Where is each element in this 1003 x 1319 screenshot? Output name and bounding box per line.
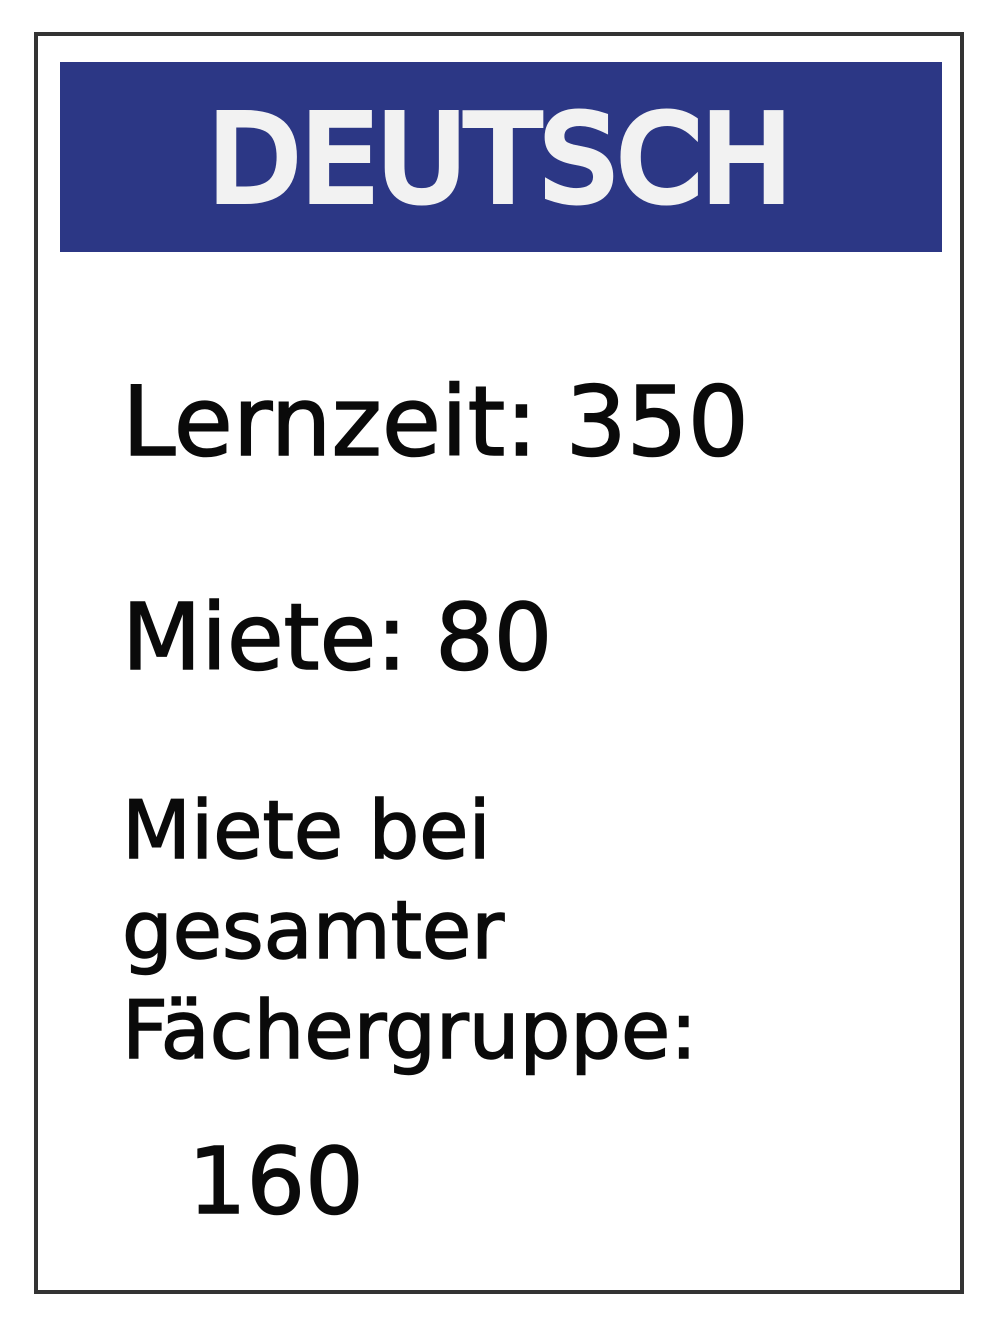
miete-value: 80 <box>434 583 553 692</box>
miete-gruppe-value: 160 <box>187 1127 364 1236</box>
miete-gruppe-block: Miete bei gesamter Fächergruppe: <box>121 781 698 1081</box>
miete-row: Miete: 80 <box>121 583 553 692</box>
miete-gruppe-label-line1: Miete bei <box>121 783 491 878</box>
lernzeit-value: 350 <box>565 365 750 479</box>
miete-label: Miete: <box>121 583 408 692</box>
lernzeit-label: Lernzeit: <box>121 365 538 479</box>
property-card: DEUTSCH Lernzeit: 350 Miete: 80 Miete bei … <box>34 32 964 1294</box>
card-title: DEUTSCH <box>205 90 795 228</box>
miete-gruppe-label-line3: Fächergruppe: <box>121 983 698 1078</box>
lernzeit-row: Lernzeit: 350 <box>121 365 750 479</box>
miete-gruppe-label-line2: gesamter <box>121 883 505 978</box>
card-header: DEUTSCH <box>60 62 942 252</box>
